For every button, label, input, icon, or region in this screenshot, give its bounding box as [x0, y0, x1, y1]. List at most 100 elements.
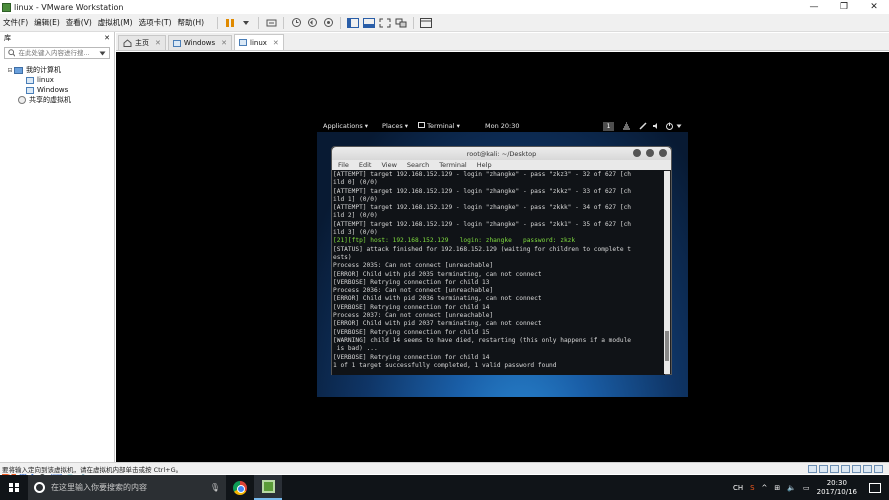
unity-button[interactable]	[394, 17, 408, 29]
tab-home[interactable]: 主页 ✕	[118, 35, 166, 50]
pause-button[interactable]	[223, 17, 237, 29]
vm-console[interactable]: Applications ▾ Places ▾ Terminal ▾ Mon 2…	[116, 52, 889, 462]
vm-icon	[239, 39, 247, 46]
kali-tray: 1	[603, 121, 682, 131]
send-ctrl-alt-del-button[interactable]	[264, 17, 278, 29]
tab-label: Windows	[183, 39, 216, 47]
power-dropdown-button[interactable]	[239, 17, 253, 29]
terminal-line: 1 of 1 target successfully completed, 1 …	[333, 361, 557, 369]
maximize-button[interactable]: ❐	[829, 0, 859, 14]
terminal-line: Process 2036: Can not connect [unreachab…	[333, 287, 494, 295]
terminal-scroll-thumb[interactable]	[665, 331, 669, 361]
workspace-indicator[interactable]: 1	[603, 121, 614, 131]
tab-close-button[interactable]: ✕	[221, 39, 227, 47]
console-view-button[interactable]	[419, 17, 433, 29]
taskbar-vmware[interactable]	[254, 475, 282, 500]
menu-file[interactable]: 文件(F)	[0, 17, 31, 28]
terminal-menu-file[interactable]: File	[338, 161, 349, 169]
tab-close-button[interactable]: ✕	[155, 39, 161, 47]
home-icon	[123, 39, 132, 47]
action-center-icon[interactable]	[869, 482, 881, 493]
menu-help[interactable]: 帮助(H)	[175, 17, 208, 28]
terminal-line: [ATTEMPT] target 192.168.152.129 - login…	[333, 204, 632, 212]
tab-windows[interactable]: Windows ✕	[167, 35, 232, 50]
show-hidden-icons-button[interactable]: ^	[762, 484, 768, 492]
tab-linux[interactable]: linux ✕	[234, 34, 284, 50]
volume-tray-icon[interactable]: 🔈	[787, 484, 796, 492]
terminal-window[interactable]: root@kali: ~/Desktop File Edit View Sear…	[331, 146, 672, 375]
terminal-menu-edit[interactable]: Edit	[359, 161, 372, 169]
minimize-button[interactable]: —	[799, 0, 829, 14]
chevron-down-icon[interactable]	[676, 124, 682, 129]
tab-close-button[interactable]: ✕	[273, 39, 279, 47]
library-search-input[interactable]	[18, 49, 100, 57]
terminal-titlebar[interactable]: root@kali: ~/Desktop	[332, 147, 671, 160]
cdrom-icon[interactable]	[819, 464, 828, 473]
terminal-line: [ATTEMPT] target 192.168.152.129 - login…	[333, 220, 632, 228]
show-library-button[interactable]	[346, 17, 360, 29]
terminal-app-menu[interactable]: Terminal ▾	[418, 122, 460, 130]
terminal-scrollbar[interactable]	[664, 171, 670, 374]
collapse-icon[interactable]: ⊟	[6, 67, 14, 74]
terminal-menu-help[interactable]: Help	[477, 161, 492, 169]
menu-vm[interactable]: 虚拟机(M)	[95, 17, 136, 28]
terminal-menu-terminal[interactable]: Terminal	[439, 161, 466, 169]
snapshot-icon	[291, 18, 301, 27]
hdd-icon[interactable]	[808, 464, 817, 473]
applications-menu[interactable]: Applications ▾	[323, 122, 368, 130]
sogou-tray-icon[interactable]: S	[750, 484, 754, 492]
tree-item-linux[interactable]: linux	[0, 75, 114, 85]
computer-icon	[14, 66, 23, 74]
network-tray-icon[interactable]: ⊞	[774, 484, 780, 492]
volume-icon[interactable]	[652, 122, 661, 130]
toolbar-divider	[258, 16, 260, 29]
kali-desktop[interactable]: Applications ▾ Places ▾ Terminal ▾ Mon 2…	[317, 120, 688, 397]
close-button[interactable]: ✕	[859, 0, 889, 14]
menu-view[interactable]: 查看(V)	[63, 17, 95, 28]
terminal-title: root@kali: ~/Desktop	[466, 149, 537, 158]
menu-tabs[interactable]: 选项卡(T)	[136, 17, 175, 28]
input-language-indicator[interactable]: CH	[733, 484, 743, 492]
pen-icon[interactable]	[639, 122, 648, 130]
kali-clock[interactable]: Mon 20:30	[485, 122, 520, 130]
network-icon[interactable]	[622, 122, 631, 130]
terminal-minimize-button[interactable]	[633, 149, 641, 157]
fullscreen-button[interactable]	[378, 17, 392, 29]
terminal-line: ild 0] (0/0)	[333, 179, 378, 187]
snapshot-button[interactable]	[289, 17, 303, 29]
menu-edit[interactable]: 编辑(E)	[31, 17, 63, 28]
terminal-close-button[interactable]	[659, 149, 667, 157]
microphone-icon[interactable]: 🎙	[210, 483, 220, 492]
tree-item-shared-vms[interactable]: 共享的虚拟机	[0, 95, 114, 105]
revert-snapshot-button[interactable]	[305, 17, 319, 29]
power-icon[interactable]	[665, 122, 674, 130]
tab-label: 主页	[135, 39, 149, 47]
taskbar-search[interactable]: 在这里输入你要搜索的内容 🎙	[28, 475, 226, 500]
usb-icon[interactable]	[841, 464, 850, 473]
terminal-menu-view[interactable]: View	[381, 161, 396, 169]
keyboard-tray-icon[interactable]: ▭	[803, 484, 810, 492]
search-icon	[8, 49, 16, 57]
library-close-button[interactable]: ✕	[104, 34, 110, 42]
places-menu[interactable]: Places ▾	[382, 122, 408, 130]
toolbar-divider	[283, 16, 285, 29]
tree-item-my-computer[interactable]: ⊟ 我的计算机	[0, 65, 114, 75]
terminal-output[interactable]: [ATTEMPT] target 192.168.152.129 - login…	[332, 170, 665, 375]
terminal-line: [21][ftp] host: 192.168.152.129 login: z…	[333, 237, 576, 245]
network-adapter-icon[interactable]	[830, 464, 839, 473]
tree-item-windows[interactable]: Windows	[0, 85, 114, 95]
terminal-line: [VERBOSE] Retrying connection for child …	[333, 353, 490, 361]
chevron-down-icon[interactable]	[99, 51, 106, 56]
terminal-menu-search[interactable]: Search	[407, 161, 429, 169]
snapshot-manager-button[interactable]	[321, 17, 335, 29]
tab-label: linux	[250, 38, 267, 47]
message-icon[interactable]	[874, 464, 883, 473]
start-button[interactable]	[0, 475, 28, 500]
tree-item-label: 我的计算机	[26, 66, 61, 74]
display-icon[interactable]	[863, 464, 872, 473]
terminal-maximize-button[interactable]	[646, 149, 654, 157]
taskbar-chrome[interactable]	[226, 475, 254, 500]
taskbar-clock[interactable]: 20:30 2017/10/16	[817, 479, 857, 497]
sound-card-icon[interactable]	[852, 464, 861, 473]
thumbnail-bar-button[interactable]	[362, 17, 376, 29]
